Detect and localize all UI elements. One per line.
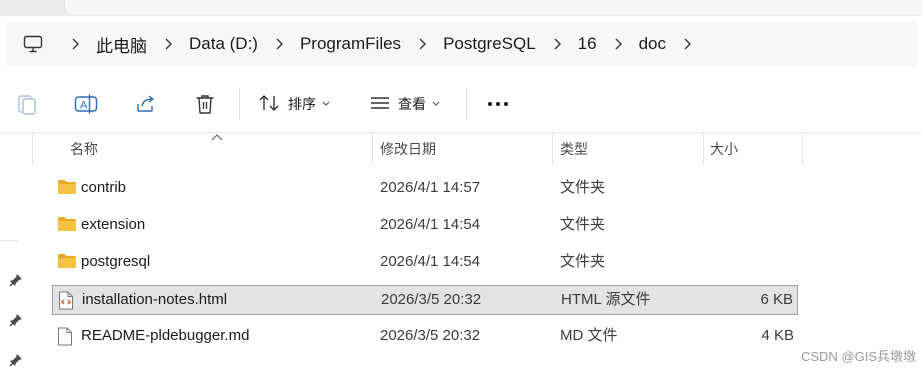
svg-text:A: A — [80, 100, 88, 112]
view-icon — [370, 95, 390, 114]
html-file-icon — [58, 291, 78, 310]
file-date: 2026/3/5 20:32 — [380, 327, 481, 344]
file-type: HTML 源文件 — [561, 291, 651, 308]
file-type: 文件夹 — [560, 253, 606, 270]
chevron-right-icon[interactable] — [161, 38, 175, 50]
share-icon[interactable] — [134, 92, 158, 116]
file-size: 6 KB — [760, 291, 793, 308]
file-date: 2026/4/1 14:54 — [380, 253, 481, 270]
file-row[interactable]: extension 2026/4/1 14:54 文件夹 — [52, 211, 798, 241]
view-button[interactable]: 查看 — [370, 90, 440, 118]
breadcrumb-item-16[interactable]: 16 — [572, 34, 603, 54]
breadcrumb-item-this-pc[interactable]: 此电脑 — [90, 32, 153, 57]
tab-strip — [0, 0, 922, 16]
file-date: 2026/3/5 20:32 — [381, 291, 482, 308]
file-date: 2026/4/1 14:54 — [380, 216, 481, 233]
column-header-name[interactable]: 名称 — [33, 133, 372, 165]
column-header-size[interactable]: 大小 — [704, 133, 802, 165]
more-icon[interactable] — [484, 92, 512, 116]
file-name: extension — [81, 216, 146, 233]
navigation-pane — [0, 133, 32, 372]
watermark: CSDN @GIS兵墩墩 — [800, 349, 916, 364]
file-row[interactable]: postgresql 2026/4/1 14:54 文件夹 — [52, 248, 798, 278]
sort-button[interactable]: 排序 — [258, 90, 330, 118]
nav-divider — [0, 240, 18, 241]
file-name: contrib — [81, 179, 127, 196]
view-label: 查看 — [398, 96, 426, 112]
chevron-right-icon[interactable] — [550, 38, 564, 50]
clipboard-icon[interactable] — [15, 92, 39, 116]
chevron-right-icon[interactable] — [611, 38, 625, 50]
trash-icon[interactable] — [193, 92, 217, 116]
folder-icon — [57, 179, 77, 197]
sort-icon — [258, 94, 280, 115]
file-name: postgresql — [81, 253, 151, 270]
file-type: MD 文件 — [560, 327, 618, 344]
chevron-right-icon[interactable] — [415, 38, 429, 50]
file-size: 4 KB — [761, 327, 794, 344]
breadcrumb-item-postgresql[interactable]: PostgreSQL — [437, 34, 542, 54]
pin-icon[interactable] — [9, 313, 25, 329]
column-header-date[interactable]: 修改日期 — [373, 133, 552, 165]
file-icon — [57, 327, 77, 346]
breadcrumb[interactable]: 此电脑 Data (D:) ProgramFiles PostgreSQL 16… — [6, 21, 918, 67]
pin-icon[interactable] — [9, 273, 25, 289]
column-divider[interactable] — [802, 133, 803, 165]
chevron-right-icon[interactable] — [68, 38, 82, 50]
sort-label: 排序 — [288, 96, 316, 112]
command-bar: A 排序 查看 — [0, 78, 922, 133]
toolbar-divider — [239, 88, 240, 120]
file-name: README-pldebugger.md — [81, 327, 250, 344]
toolbar-divider — [466, 88, 467, 120]
file-name: installation-notes.html — [82, 291, 228, 308]
folder-icon — [57, 253, 77, 271]
breadcrumb-item-doc[interactable]: doc — [633, 34, 672, 54]
chevron-right-icon[interactable] — [680, 38, 694, 50]
file-row[interactable]: README-pldebugger.md 2026/3/5 20:32 MD 文件 4… — [52, 322, 798, 352]
file-date: 2026/4/1 14:57 — [380, 179, 481, 196]
pin-icon[interactable] — [9, 353, 25, 369]
file-row[interactable]: contrib 2026/4/1 14:57 文件夹 — [52, 174, 798, 204]
file-type: 文件夹 — [560, 216, 606, 233]
file-row[interactable]: installation-notes.html 2026/3/5 20:32 HTM… — [52, 285, 798, 315]
chevron-down-icon — [322, 99, 330, 109]
folder-icon — [57, 216, 77, 234]
column-header-type[interactable]: 类型 — [553, 133, 703, 165]
chevron-right-icon[interactable] — [272, 38, 286, 50]
active-tab[interactable] — [64, 0, 922, 14]
file-type: 文件夹 — [560, 179, 606, 196]
rename-icon[interactable]: A — [74, 92, 98, 116]
chevron-down-icon — [432, 99, 440, 109]
computer-icon[interactable] — [22, 33, 44, 55]
breadcrumb-item-programfiles[interactable]: ProgramFiles — [294, 34, 407, 54]
breadcrumb-item-data-drive[interactable]: Data (D:) — [183, 34, 264, 54]
